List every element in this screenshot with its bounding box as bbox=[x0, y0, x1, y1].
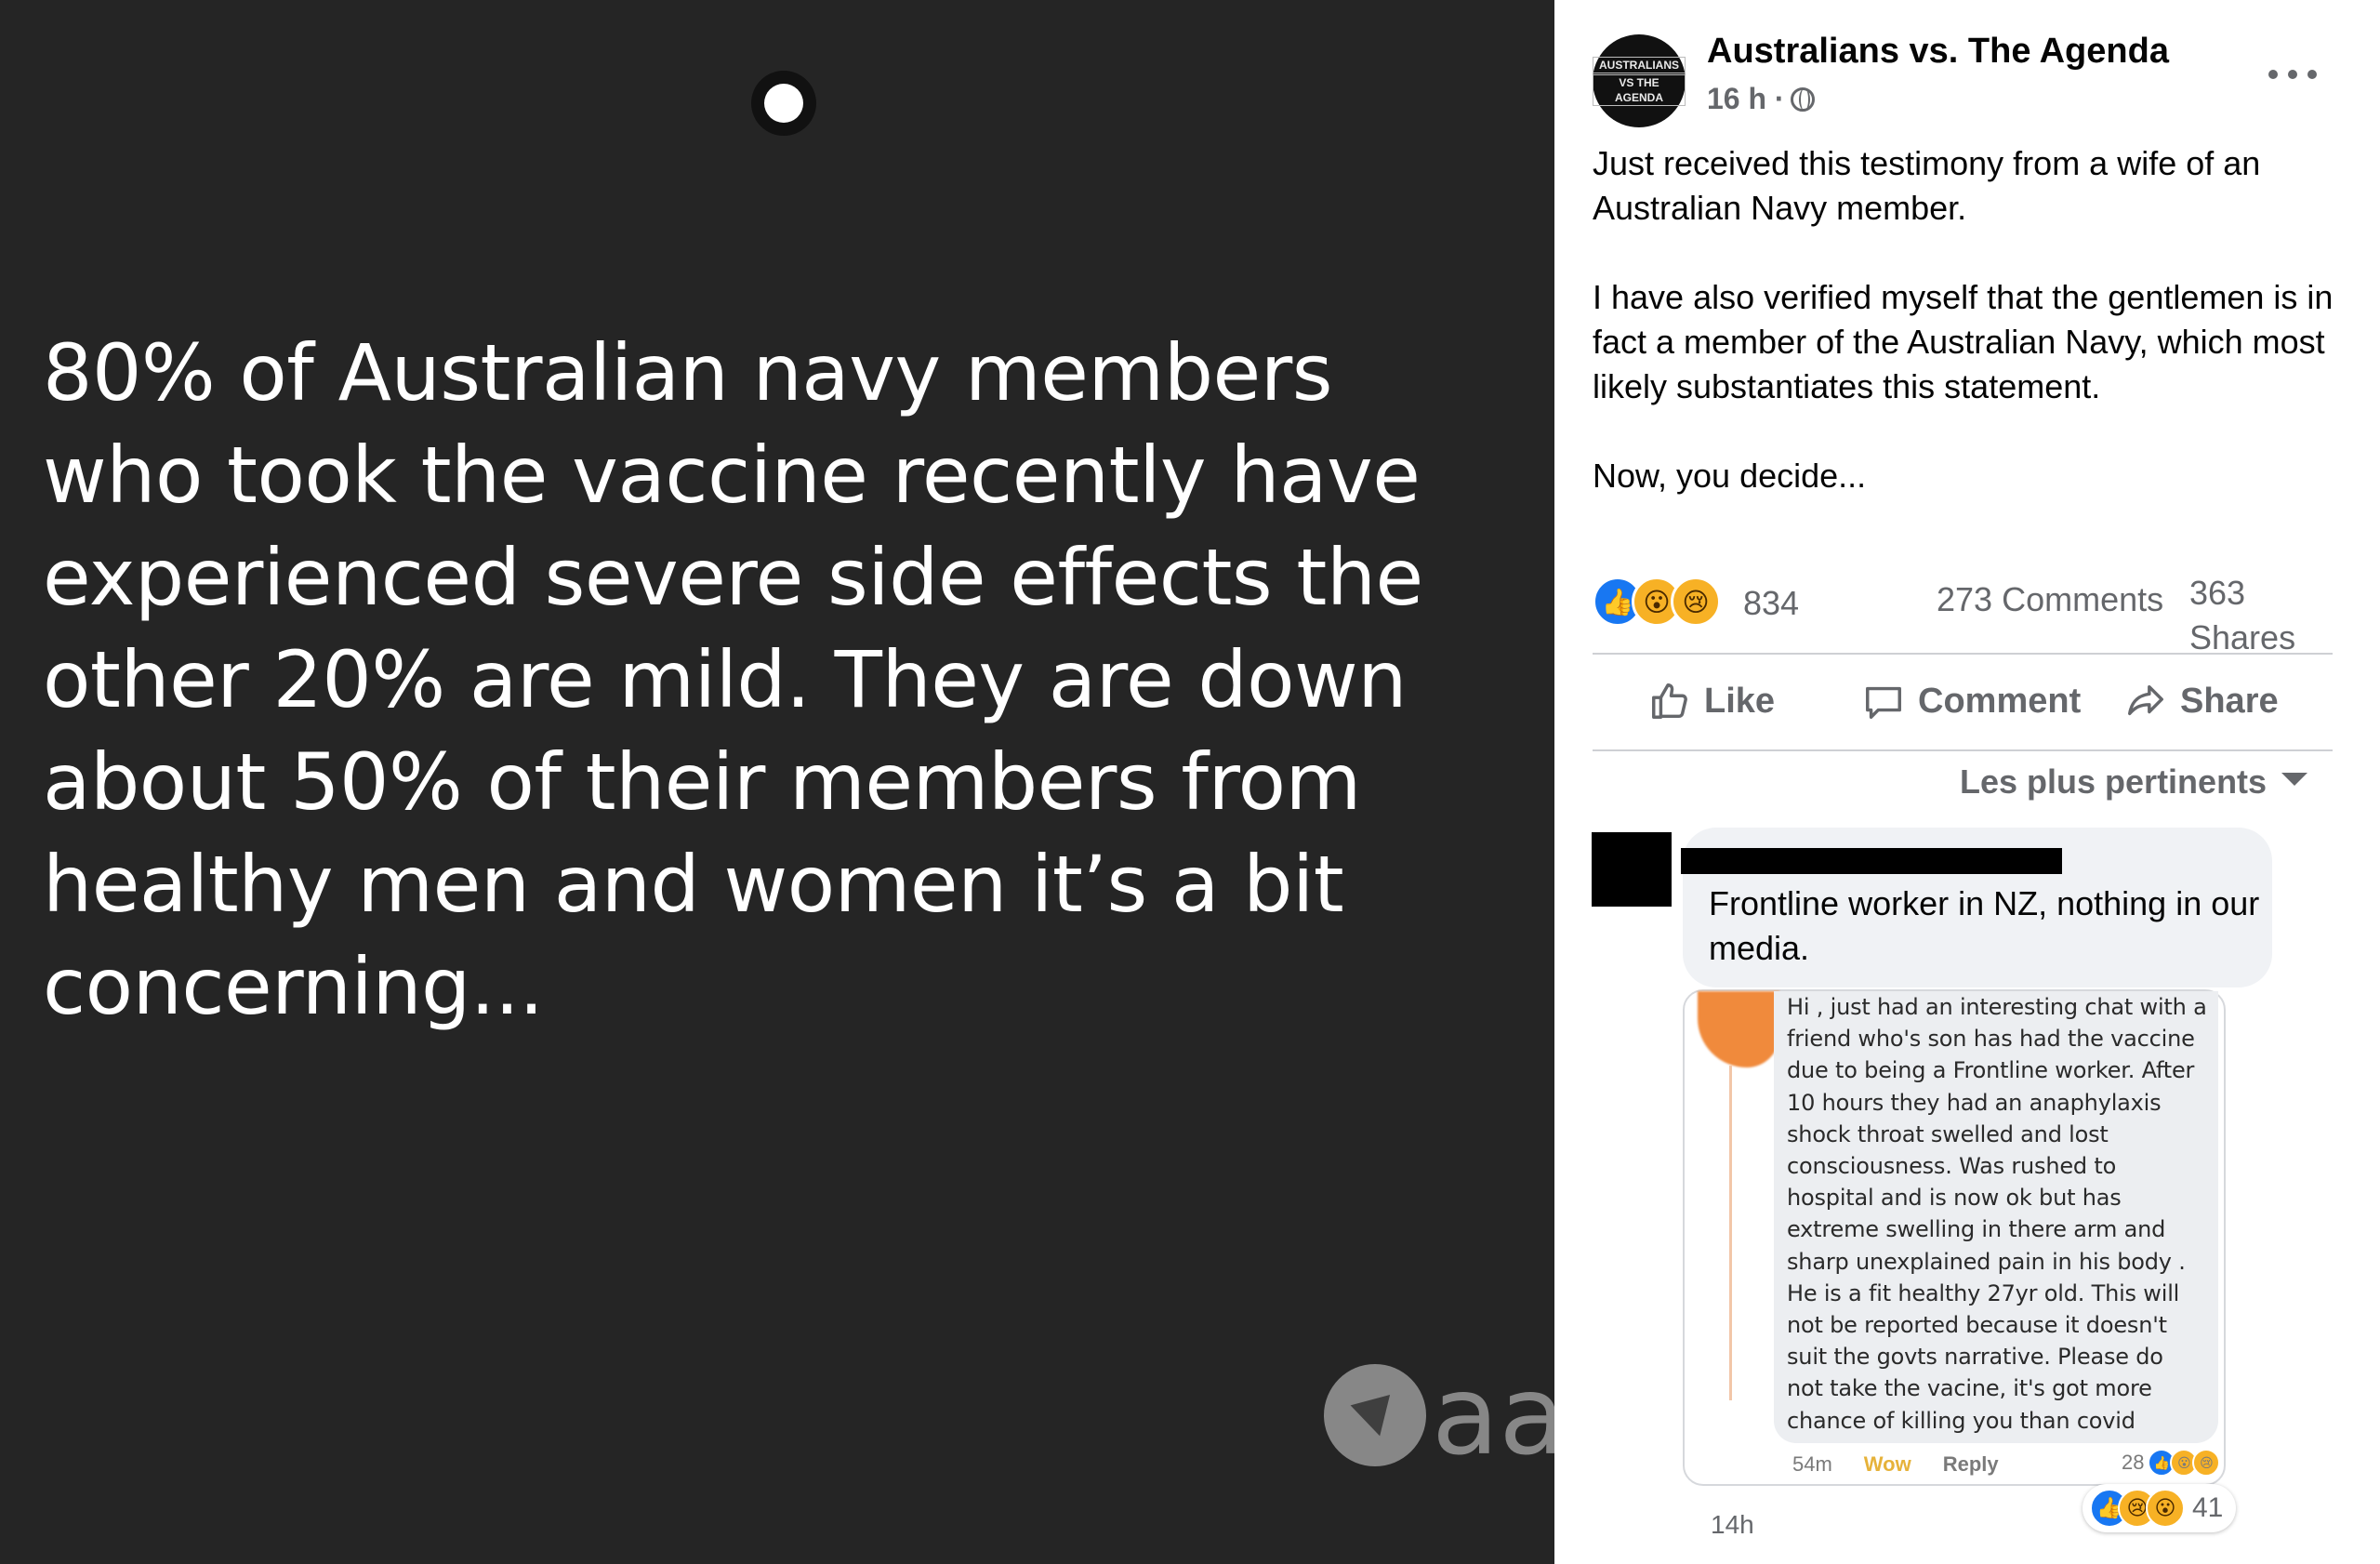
comment-count[interactable]: 273 Comments bbox=[1937, 580, 2163, 619]
comment-label: Comment bbox=[1918, 681, 2082, 721]
screenshot-avatar bbox=[1698, 991, 1779, 1067]
share-button[interactable]: Share bbox=[2124, 668, 2279, 735]
caret-down-icon bbox=[2281, 773, 2308, 786]
story-text: 80% of Australian navy members who took … bbox=[43, 327, 1423, 1032]
screenshot-reactions: 28 👍 😮 😢 bbox=[2122, 1449, 2221, 1477]
post-body: Just received this testimony from a wife… bbox=[1593, 141, 2355, 543]
share-label: Share bbox=[2180, 681, 2279, 721]
sad-reaction-icon: 😢 bbox=[2192, 1449, 2221, 1477]
avatar-text-line-2: VS THE AGENDA bbox=[1593, 73, 1686, 106]
share-count[interactable]: 363 Shares bbox=[2189, 571, 2310, 660]
comment-reactions[interactable]: 👍 😢 😮 41 bbox=[2082, 1484, 2237, 1532]
screenshot-text: Hi , just had an interesting chat with a… bbox=[1787, 994, 2207, 1434]
post-actions: Like Comment Share bbox=[1593, 668, 2333, 735]
sort-label: Les plus pertinents bbox=[1960, 762, 2268, 801]
comment-sort-dropdown[interactable]: Les plus pertinents bbox=[1960, 762, 2308, 802]
screenshot-reaction-count: 28 bbox=[2122, 1451, 2145, 1474]
avatar-text-line-1: AUSTRALIANS bbox=[1593, 56, 1686, 73]
reactions-summary: 👍 😮 😢 834 273 Comments 363 Shares bbox=[1593, 574, 2355, 656]
page-avatar[interactable]: AUSTRALIANS VS THE AGENDA bbox=[1593, 34, 1686, 127]
aap-logo-icon bbox=[1324, 1364, 1426, 1466]
post-time[interactable]: 16 h · bbox=[1707, 82, 1785, 116]
screenshot-bubble: Hi , just had an interesting chat with a… bbox=[1774, 991, 2218, 1443]
post-paragraph: Now, you decide... bbox=[1593, 457, 1867, 495]
page-avatar-logo: AUSTRALIANS VS THE AGENDA bbox=[1593, 56, 1686, 107]
story-dot-icon bbox=[751, 71, 816, 136]
wow-reaction-icon: 😮 bbox=[2146, 1489, 2185, 1528]
more-options-icon[interactable] bbox=[2268, 56, 2317, 93]
thumbs-up-icon bbox=[1652, 683, 1687, 719]
reaction-count[interactable]: 834 bbox=[1743, 584, 1799, 623]
sad-reaction-icon: 😢 bbox=[1671, 577, 1721, 627]
share-icon bbox=[2128, 684, 2163, 716]
divider bbox=[1593, 653, 2333, 655]
comment-attached-image[interactable]: Hi , just had an interesting chat with a… bbox=[1683, 989, 2226, 1486]
post-meta: 16 h · bbox=[1707, 82, 1815, 116]
comment-button[interactable]: Comment bbox=[1862, 668, 2081, 735]
comment-text: Frontline worker in NZ, nothing in our m… bbox=[1709, 884, 2260, 967]
story-image: 80% of Australian navy members who took … bbox=[0, 0, 1554, 1564]
comment-reaction-count: 41 bbox=[2192, 1492, 2224, 1523]
screenshot-reply: Reply bbox=[1942, 1452, 1999, 1476]
commenter-avatar-redacted[interactable] bbox=[1592, 832, 1672, 907]
comment-icon bbox=[1866, 686, 1901, 719]
like-button[interactable]: Like bbox=[1648, 668, 1775, 735]
aap-watermark: aa bbox=[1324, 1359, 1554, 1471]
like-label: Like bbox=[1704, 681, 1776, 721]
post-paragraph: I have also verified myself that the gen… bbox=[1593, 278, 2334, 405]
page-name-link[interactable]: Australians vs. The Agenda bbox=[1707, 32, 2169, 72]
commenter-name-redacted bbox=[1681, 848, 2062, 874]
globe-icon bbox=[1790, 86, 1815, 112]
screenshot-thread-line bbox=[1729, 1066, 1732, 1400]
post-paragraph: Just received this testimony from a wife… bbox=[1593, 144, 2261, 227]
screenshot-footer: 54m Wow Reply bbox=[1792, 1452, 1999, 1477]
divider bbox=[1593, 749, 2333, 751]
reaction-icons[interactable]: 👍 😮 😢 bbox=[1593, 577, 1721, 627]
comment-time[interactable]: 14h bbox=[1711, 1510, 1754, 1540]
watermark-text: aa bbox=[1432, 1351, 1554, 1479]
facebook-post: AUSTRALIANS VS THE AGENDA Australians vs… bbox=[1554, 0, 2380, 1564]
screenshot-wow: Wow bbox=[1863, 1452, 1911, 1476]
screenshot-time: 54m bbox=[1792, 1452, 1832, 1476]
